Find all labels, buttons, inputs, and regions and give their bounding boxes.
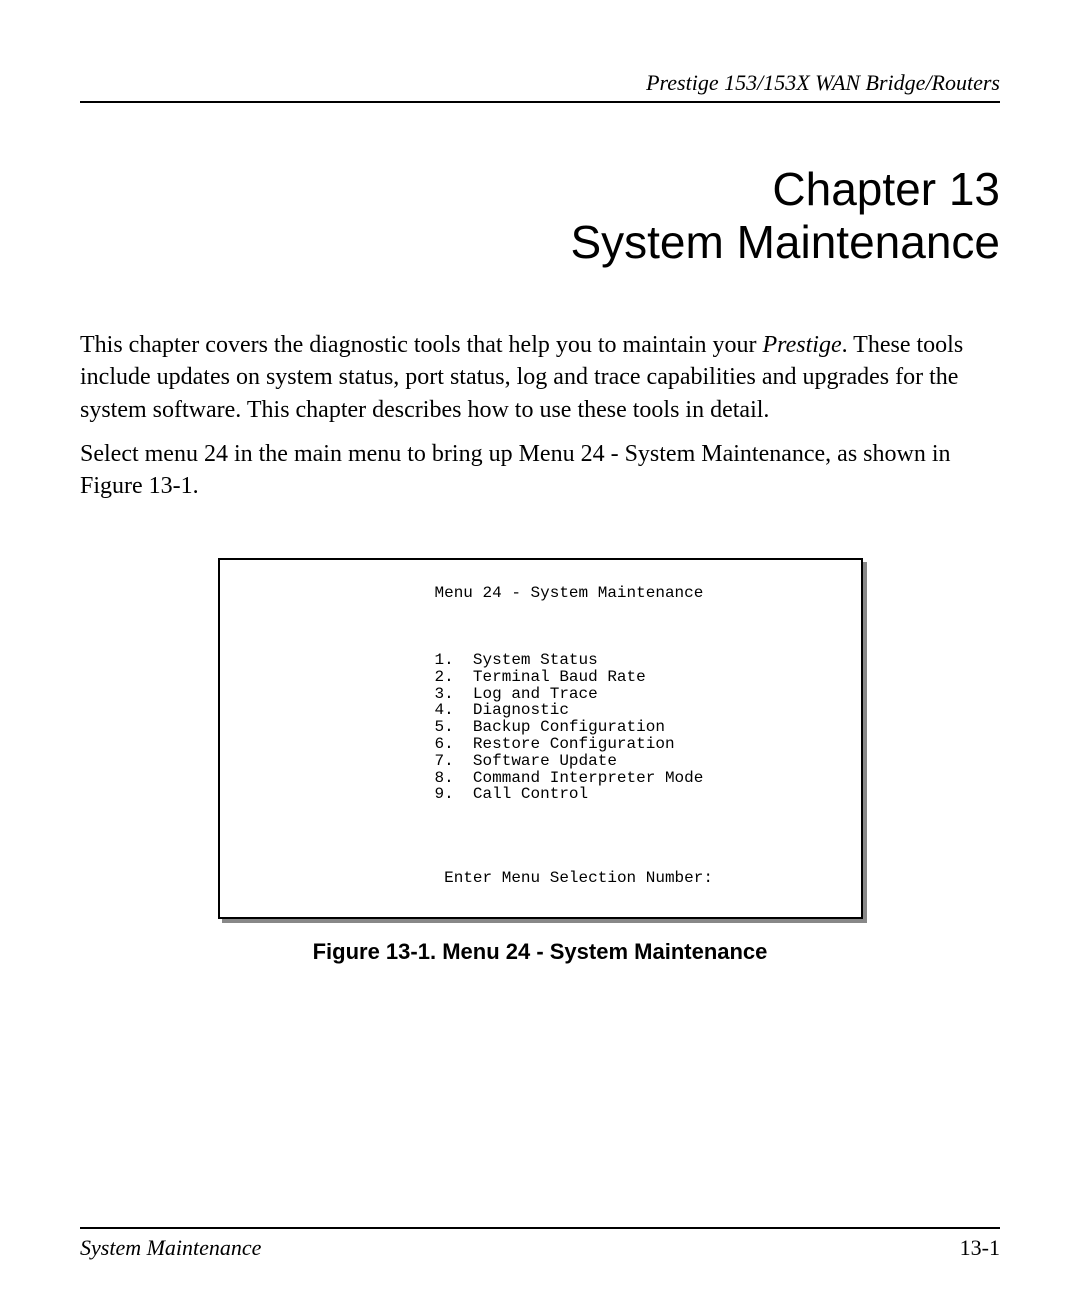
terminal-prompt: Enter Menu Selection Number:	[444, 869, 713, 887]
page-footer: System Maintenance 13-1	[80, 1227, 1000, 1261]
terminal-item: 9. Call Control	[435, 785, 589, 803]
terminal-item: 8. Command Interpreter Mode	[435, 769, 704, 787]
page-header: Prestige 153/153X WAN Bridge/Routers	[80, 70, 1000, 103]
chapter-title: Chapter 13 System Maintenance	[80, 163, 1000, 269]
terminal-item: 2. Terminal Baud Rate	[435, 668, 646, 686]
terminal-item: 4. Diagnostic	[435, 701, 569, 719]
terminal-item: 5. Backup Configuration	[435, 718, 665, 736]
paragraph-2: Select menu 24 in the main menu to bring…	[80, 438, 1000, 503]
page: Prestige 153/153X WAN Bridge/Routers Cha…	[0, 0, 1080, 1311]
terminal-figure: Menu 24 - System Maintenance 1. System S…	[218, 558, 863, 965]
chapter-name: System Maintenance	[80, 216, 1000, 269]
terminal-box: Menu 24 - System Maintenance 1. System S…	[218, 558, 863, 919]
running-head: Prestige 153/153X WAN Bridge/Routers	[80, 70, 1000, 98]
chapter-number: Chapter 13	[80, 163, 1000, 216]
terminal-title: Menu 24 - System Maintenance	[435, 584, 704, 602]
terminal-item: 6. Restore Configuration	[435, 735, 675, 753]
paragraph-1: This chapter covers the diagnostic tools…	[80, 329, 1000, 426]
terminal-item: 1. System Status	[435, 651, 598, 669]
footer-right: 13-1	[960, 1235, 1000, 1261]
footer-left: System Maintenance	[80, 1235, 261, 1261]
terminal-item: 7. Software Update	[435, 752, 617, 770]
p1-text-a: This chapter covers the diagnostic tools…	[80, 332, 763, 358]
figure-caption: Figure 13-1. Menu 24 - System Maintenanc…	[218, 939, 863, 965]
terminal-content: Menu 24 - System Maintenance 1. System S…	[245, 585, 836, 887]
p1-italic: Prestige	[763, 332, 842, 358]
body-text: This chapter covers the diagnostic tools…	[80, 329, 1000, 503]
terminal-item: 3. Log and Trace	[435, 685, 598, 703]
